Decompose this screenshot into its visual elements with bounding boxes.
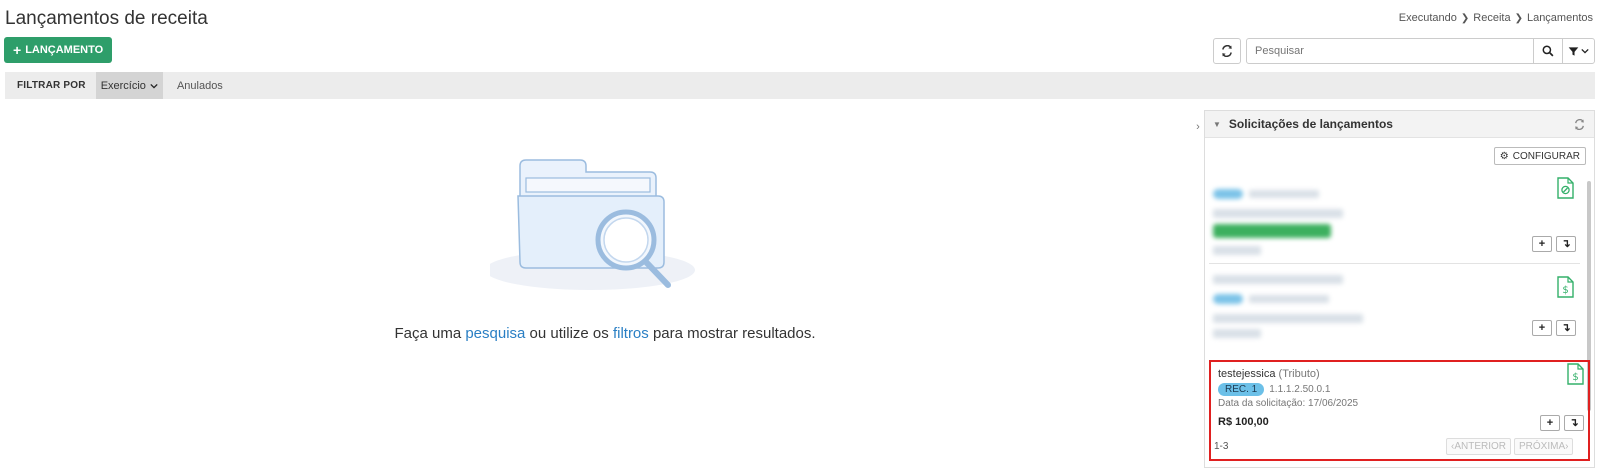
pagination: ‹ ANTERIOR PRÓXIMA › bbox=[1446, 438, 1574, 455]
item-name-text: testejessica bbox=[1218, 368, 1276, 380]
empty-state-text: para mostrar resultados. bbox=[648, 325, 816, 342]
empty-folder-illustration bbox=[490, 159, 695, 290]
refresh-icon bbox=[1574, 118, 1584, 130]
chevron-right-icon: ❯ bbox=[1460, 12, 1470, 24]
search-icon bbox=[1542, 45, 1554, 57]
breadcrumb-item-executando[interactable]: Executando bbox=[1399, 12, 1457, 24]
filters-link[interactable]: filtros bbox=[613, 325, 649, 342]
configurar-label: CONFIGURAR bbox=[1512, 150, 1580, 162]
list-item[interactable]: $ + ↴ bbox=[1209, 269, 1580, 349]
document-check-icon bbox=[1557, 177, 1574, 199]
chevron-right-icon: ❯ bbox=[1514, 12, 1523, 24]
pagination-count: 1-3 bbox=[1214, 441, 1229, 452]
exercicio-filter-select[interactable]: Exercício bbox=[95, 72, 163, 99]
breadcrumb-item-receita[interactable]: Receita bbox=[1473, 12, 1510, 24]
previous-page-button[interactable]: ‹ ANTERIOR bbox=[1446, 438, 1512, 455]
new-lancamento-label: LANÇAMENTO bbox=[25, 44, 104, 56]
next-page-label: PRÓXIMA bbox=[1519, 441, 1566, 452]
item-date: Data da solicitação: 17/06/2025 bbox=[1218, 398, 1359, 409]
chevron-right-icon: › bbox=[1196, 121, 1200, 133]
filter-by-label: FILTRAR POR bbox=[17, 80, 86, 91]
chevron-down-icon bbox=[1581, 48, 1589, 54]
next-page-button[interactable]: PRÓXIMA › bbox=[1514, 438, 1574, 455]
collapse-panel-toggle[interactable]: › bbox=[1192, 118, 1204, 136]
filter-bar: FILTRAR POR Exercício Anulados bbox=[5, 72, 1595, 99]
document-dollar-icon: $ bbox=[1557, 276, 1574, 298]
add-button[interactable]: + bbox=[1532, 236, 1552, 252]
item-meta: REC. 1 1.1.1.2.50.0.1 bbox=[1218, 383, 1330, 396]
search-button[interactable] bbox=[1533, 38, 1563, 64]
search-link[interactable]: pesquisa bbox=[465, 325, 525, 342]
search-input[interactable] bbox=[1246, 38, 1534, 64]
panel-header[interactable]: ▼ Solicitações de lançamentos bbox=[1205, 111, 1594, 138]
chevron-down-icon bbox=[150, 83, 158, 89]
svg-text:$: $ bbox=[1572, 372, 1578, 383]
item-type: (Tributo) bbox=[1278, 368, 1320, 380]
panel-title: Solicitações de lançamentos bbox=[1228, 117, 1393, 131]
refresh-button[interactable] bbox=[1213, 38, 1241, 64]
item-value: R$ 100,00 bbox=[1218, 416, 1269, 428]
item-name: testejessica (Tributo) bbox=[1218, 368, 1320, 380]
divider bbox=[1209, 263, 1580, 264]
plus-icon: + bbox=[13, 42, 22, 58]
breadcrumb: Executando ❯ Receita ❯ Lançamentos bbox=[1399, 12, 1593, 24]
previous-page-label: ANTERIOR bbox=[1454, 441, 1507, 452]
forward-button[interactable]: ↴ bbox=[1564, 415, 1584, 431]
empty-state-message: Faça uma pesquisa ou utilize os filtros … bbox=[0, 325, 1210, 342]
document-dollar-icon: $ bbox=[1567, 363, 1584, 385]
exercicio-filter-value: Exercício bbox=[100, 79, 146, 92]
chevron-right-icon: › bbox=[1565, 441, 1569, 452]
refresh-icon bbox=[1222, 45, 1232, 57]
item-code: 1.1.1.2.50.0.1 bbox=[1269, 384, 1331, 395]
blurred-content bbox=[1213, 275, 1473, 344]
configurar-button[interactable]: ⚙ CONFIGURAR bbox=[1493, 147, 1586, 165]
add-button[interactable]: + bbox=[1532, 320, 1552, 336]
caret-down-icon: ▼ bbox=[1213, 119, 1221, 129]
blurred-content bbox=[1213, 185, 1473, 261]
breadcrumb-item-lancamentos: Lançamentos bbox=[1526, 12, 1593, 24]
gear-icon: ⚙ bbox=[1499, 150, 1509, 162]
card-actions: + ↴ bbox=[1532, 236, 1576, 252]
filter-icon bbox=[1568, 46, 1579, 56]
rec-badge: REC. 1 bbox=[1218, 383, 1265, 396]
forward-button[interactable]: ↴ bbox=[1556, 236, 1576, 252]
forward-button[interactable]: ↴ bbox=[1556, 320, 1576, 336]
card-actions: + ↴ bbox=[1532, 320, 1576, 336]
card-actions: + ↴ bbox=[1540, 415, 1584, 431]
anulados-filter-tab[interactable]: Anulados bbox=[163, 80, 237, 92]
svg-text:$: $ bbox=[1562, 285, 1568, 296]
filter-dropdown-button[interactable] bbox=[1562, 38, 1595, 64]
list-item[interactable]: + ↴ bbox=[1209, 177, 1580, 261]
empty-state-text: Faça uma bbox=[394, 325, 466, 342]
add-button[interactable]: + bbox=[1540, 415, 1560, 431]
new-lancamento-button[interactable]: + LANÇAMENTO bbox=[4, 37, 113, 63]
page-title: Lançamentos de receita bbox=[5, 8, 208, 29]
panel-refresh-button[interactable] bbox=[1572, 117, 1586, 131]
empty-state-text: ou utilize os bbox=[525, 325, 613, 342]
